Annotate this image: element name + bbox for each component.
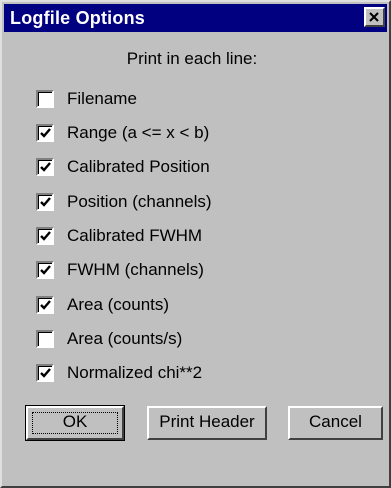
normalized-chi2-checkbox[interactable] [36,364,54,382]
area-counts-label: Area (counts) [67,295,170,314]
calibrated-position-label: Calibrated Position [67,157,210,176]
checkmark-icon [40,162,51,172]
filename-checkbox[interactable] [36,90,54,108]
cancel-button[interactable]: Cancel [288,406,383,440]
calibrated-position-checkbox[interactable] [36,158,54,176]
fwhm-channels-checkbox[interactable] [36,261,54,279]
area-counts-checkbox[interactable] [36,296,54,314]
checkmark-icon [40,265,51,275]
title-bar[interactable]: Logfile Options [4,4,387,32]
checkmark-icon [40,231,51,241]
checkmark-icon [40,128,51,138]
logfile-options-dialog: Logfile Options Print in each line: File… [0,0,391,488]
calibrated-fwhm-label: Calibrated FWHM [67,226,203,245]
fwhm-channels-label: FWHM (channels) [67,260,204,279]
print-header-button-label: Print Header [159,412,255,431]
range-checkbox[interactable] [36,124,54,142]
options-heading: Print in each line: [126,49,258,68]
position-channels-label: Position (channels) [67,192,212,211]
filename-label: Filename [67,89,137,108]
dialog-body: Print in each line: Filename Range (a <=… [2,34,389,486]
close-icon [369,12,379,22]
checkmark-icon [40,368,51,378]
ok-button-label: OK [62,412,88,431]
close-button[interactable] [364,7,385,27]
calibrated-fwhm-checkbox[interactable] [36,227,54,245]
ok-button[interactable]: OK [25,405,125,441]
print-header-button[interactable]: Print Header [147,406,267,440]
cancel-button-label: Cancel [309,412,362,431]
normalized-chi2-label: Normalized chi**2 [67,363,203,382]
checkmark-icon [40,197,51,207]
checkmark-icon [40,300,51,310]
range-label: Range (a <= x < b) [67,123,210,142]
position-channels-checkbox[interactable] [36,193,54,211]
area-counts-per-s-label: Area (counts/s) [67,329,183,348]
area-counts-per-s-checkbox[interactable] [36,330,54,348]
window-title: Logfile Options [10,8,145,28]
